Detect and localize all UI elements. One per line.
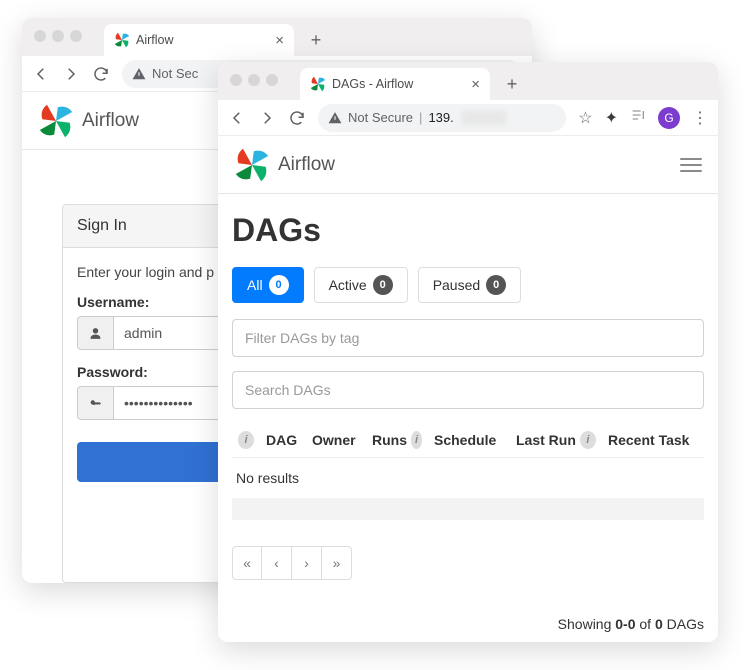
pill-label: All (247, 277, 263, 293)
nav-back-icon[interactable] (32, 65, 50, 83)
table-footer-bar (232, 498, 704, 520)
page-title: DAGs (232, 212, 704, 249)
info-icon: i (580, 431, 596, 449)
pager-first[interactable]: « (232, 546, 262, 580)
no-results: No results (232, 457, 704, 498)
traffic-close[interactable] (230, 74, 242, 86)
titlebar: Airflow × + (22, 18, 532, 56)
filter-tags-input[interactable] (232, 319, 704, 357)
airflow-logo-icon (38, 103, 74, 139)
omnibar: Not Secure | 139. ☆ ✦ G ⋮ (218, 100, 718, 136)
traffic-lights (34, 30, 82, 42)
pager: « ‹ › » (232, 546, 704, 580)
th-lastrun[interactable]: Last Run i (510, 431, 602, 449)
nav-reload-icon[interactable] (288, 109, 306, 127)
traffic-close[interactable] (34, 30, 46, 42)
filter-all[interactable]: All 0 (232, 267, 304, 303)
menu-icon[interactable]: ⋮ (692, 108, 708, 128)
th-runs[interactable]: Runs i (366, 431, 428, 449)
nav-reload-icon[interactable] (92, 65, 110, 83)
address-blurred (462, 111, 506, 125)
not-secure-warning-icon (132, 67, 146, 81)
dags-content: DAGs All 0 Active 0 Paused 0 i DAG Owner… (218, 194, 718, 606)
app-name: Airflow (82, 110, 139, 132)
traffic-minimize[interactable] (52, 30, 64, 42)
tab-airflow[interactable]: Airflow × (104, 24, 294, 56)
new-tab-button[interactable]: + (498, 70, 526, 98)
nav-forward-icon[interactable] (62, 65, 80, 83)
pager-next[interactable]: › (292, 546, 322, 580)
tab-dags[interactable]: DAGs - Airflow × (300, 68, 490, 100)
pill-count: 0 (269, 275, 289, 295)
reading-list-icon[interactable] (630, 107, 646, 128)
toolbar-right: ☆ ✦ G ⋮ (578, 107, 708, 129)
footer-count: Showing 0-0 of 0 DAGs (218, 606, 718, 642)
airflow-logo-icon (234, 147, 270, 183)
tab-close-icon[interactable]: × (275, 32, 284, 49)
tab-close-icon[interactable]: × (471, 76, 480, 93)
address-ip: 139. (428, 110, 453, 125)
tabstrip: Airflow × + (104, 24, 532, 56)
info-icon: i (232, 431, 260, 449)
titlebar: DAGs - Airflow × + (218, 62, 718, 100)
pill-count: 0 (373, 275, 393, 295)
filter-paused[interactable]: Paused 0 (418, 267, 521, 303)
info-icon: i (411, 431, 422, 449)
nav-forward-icon[interactable] (258, 109, 276, 127)
pager-prev[interactable]: ‹ (262, 546, 292, 580)
app-name: Airflow (278, 154, 335, 176)
nav-back-icon[interactable] (228, 109, 246, 127)
user-icon (77, 316, 113, 350)
filter-pills: All 0 Active 0 Paused 0 (232, 267, 704, 303)
traffic-minimize[interactable] (248, 74, 260, 86)
key-icon (77, 386, 113, 420)
pill-label: Active (329, 277, 367, 293)
tab-title: DAGs - Airflow (332, 77, 413, 91)
traffic-lights (230, 74, 278, 86)
traffic-zoom[interactable] (70, 30, 82, 42)
new-tab-button[interactable]: + (302, 26, 330, 54)
address-bar[interactable]: Not Secure | 139. (318, 104, 566, 132)
th-schedule[interactable]: Schedule (428, 432, 510, 448)
th-recent[interactable]: Recent Task (602, 432, 695, 448)
pill-label: Paused (433, 277, 480, 293)
airflow-favicon-icon (114, 32, 130, 48)
pager-last[interactable]: » (322, 546, 352, 580)
airflow-favicon-icon (310, 76, 326, 92)
hamburger-menu-icon[interactable] (680, 158, 702, 172)
browser-window-dags: DAGs - Airflow × + Not Secure | 139. ☆ ✦… (218, 62, 718, 642)
table-header: i DAG Owner Runs i Schedule Last Run i R… (232, 423, 704, 457)
pill-count: 0 (486, 275, 506, 295)
avatar[interactable]: G (658, 107, 680, 129)
search-dags-input[interactable] (232, 371, 704, 409)
tabstrip: DAGs - Airflow × + (300, 68, 718, 100)
star-icon[interactable]: ☆ (578, 108, 592, 128)
not-secure-label: Not Sec (152, 66, 198, 81)
app-navbar: Airflow (218, 136, 718, 194)
tab-title: Airflow (136, 33, 174, 47)
traffic-zoom[interactable] (266, 74, 278, 86)
not-secure-warning-icon (328, 111, 342, 125)
not-secure-label: Not Secure (348, 110, 413, 125)
extension-icon[interactable]: ✦ (605, 108, 618, 128)
th-dag[interactable]: DAG (260, 432, 306, 448)
filter-active[interactable]: Active 0 (314, 267, 408, 303)
th-owner[interactable]: Owner (306, 432, 366, 448)
